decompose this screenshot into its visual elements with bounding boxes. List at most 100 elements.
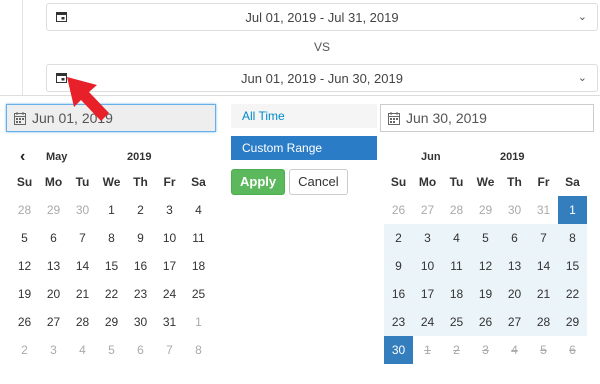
- left-day-cell[interactable]: 6: [39, 224, 68, 252]
- left-weekday-th: Th: [133, 175, 148, 189]
- right-day-cell[interactable]: 28: [529, 308, 558, 336]
- right-day-cell[interactable]: 6: [558, 336, 587, 364]
- right-weekday-tu: Tu: [449, 175, 464, 189]
- right-day-cell[interactable]: 31: [529, 196, 558, 224]
- left-day-cell[interactable]: 31: [155, 308, 184, 336]
- left-day-cell[interactable]: 4: [68, 336, 97, 364]
- right-day-cell[interactable]: 12: [471, 252, 500, 280]
- right-day-cell[interactable]: 13: [500, 252, 529, 280]
- left-weekday-fr: Fr: [163, 175, 176, 189]
- left-day-cell[interactable]: 13: [39, 252, 68, 280]
- left-day-cell[interactable]: 28: [10, 196, 39, 224]
- right-day-cell[interactable]: 27: [413, 196, 442, 224]
- left-day-cell[interactable]: 4: [184, 196, 213, 224]
- right-day-cell[interactable]: 28: [442, 196, 471, 224]
- right-day-cell[interactable]: 8: [558, 224, 587, 252]
- right-day-cell[interactable]: 18: [442, 280, 471, 308]
- right-day-cell[interactable]: 29: [471, 196, 500, 224]
- left-day-cell[interactable]: 8: [184, 336, 213, 364]
- left-day-cell[interactable]: 18: [184, 252, 213, 280]
- right-day-cell[interactable]: 3: [413, 224, 442, 252]
- right-day-cell[interactable]: 20: [500, 280, 529, 308]
- left-day-cell[interactable]: 2: [126, 196, 155, 224]
- left-day-cell[interactable]: 3: [39, 336, 68, 364]
- right-day-cell[interactable]: 27: [500, 308, 529, 336]
- right-day-cell[interactable]: 16: [384, 280, 413, 308]
- right-day-cell[interactable]: 26: [384, 196, 413, 224]
- left-day-cell[interactable]: 5: [97, 336, 126, 364]
- right-day-cell[interactable]: 23: [384, 308, 413, 336]
- end-date-input[interactable]: Jun 30, 2019: [380, 104, 594, 132]
- right-day-cell[interactable]: 2: [442, 336, 471, 364]
- left-day-cell[interactable]: 2: [10, 336, 39, 364]
- right-day-cell[interactable]: 1: [413, 336, 442, 364]
- right-day-cell[interactable]: 25: [442, 308, 471, 336]
- left-day-cell[interactable]: 1: [184, 308, 213, 336]
- left-day-cell[interactable]: 25: [184, 280, 213, 308]
- right-day-cell[interactable]: 1: [558, 196, 587, 224]
- right-day-cell[interactable]: 29: [558, 308, 587, 336]
- left-day-cell[interactable]: 5: [10, 224, 39, 252]
- right-day-cell[interactable]: 24: [413, 308, 442, 336]
- left-weekday-tu: Tu: [75, 175, 90, 189]
- right-day-cell[interactable]: 11: [442, 252, 471, 280]
- left-day-cell[interactable]: 15: [97, 252, 126, 280]
- right-day-cell[interactable]: 14: [529, 252, 558, 280]
- left-day-cell[interactable]: 8: [97, 224, 126, 252]
- left-day-cell[interactable]: 16: [126, 252, 155, 280]
- left-day-cell[interactable]: 26: [10, 308, 39, 336]
- right-day-cell[interactable]: 30: [500, 196, 529, 224]
- right-day-cell[interactable]: 10: [413, 252, 442, 280]
- right-day-cell[interactable]: 26: [471, 308, 500, 336]
- right-day-cell[interactable]: 22: [558, 280, 587, 308]
- arrow-pointer-icon: [67, 77, 109, 121]
- right-day-cell[interactable]: 21: [529, 280, 558, 308]
- left-day-cell[interactable]: 24: [155, 280, 184, 308]
- right-day-cell[interactable]: 2: [384, 224, 413, 252]
- left-day-cell[interactable]: 14: [68, 252, 97, 280]
- right-day-cell[interactable]: 5: [471, 224, 500, 252]
- apply-button[interactable]: Apply: [231, 169, 286, 195]
- left-calendar: ‹ May 2019 Su Mo Tu We Th Fr Sa 28 29 30 1 2 3 4 5 6 7 8 9…: [10, 146, 220, 376]
- right-day-cell[interactable]: 15: [558, 252, 587, 280]
- left-day-cell[interactable]: 9: [126, 224, 155, 252]
- left-day-cell[interactable]: 30: [126, 308, 155, 336]
- left-day-cell[interactable]: 22: [97, 280, 126, 308]
- right-day-cell[interactable]: 9: [384, 252, 413, 280]
- left-day-cell[interactable]: 11: [184, 224, 213, 252]
- left-day-cell[interactable]: 12: [10, 252, 39, 280]
- right-day-cell[interactable]: 17: [413, 280, 442, 308]
- range-all-time[interactable]: All Time: [231, 104, 377, 128]
- left-day-cell[interactable]: 29: [97, 308, 126, 336]
- left-day-cell[interactable]: 6: [126, 336, 155, 364]
- left-day-cell[interactable]: 30: [68, 196, 97, 224]
- left-day-cell[interactable]: 7: [155, 336, 184, 364]
- right-day-cell[interactable]: 5: [529, 336, 558, 364]
- right-day-cell[interactable]: 4: [442, 224, 471, 252]
- right-day-cell[interactable]: 4: [500, 336, 529, 364]
- right-day-cell[interactable]: 6: [500, 224, 529, 252]
- left-day-cell[interactable]: 23: [126, 280, 155, 308]
- right-day-cell[interactable]: 3: [471, 336, 500, 364]
- primary-range-dropdown[interactable]: Jul 01, 2019 - Jul 31, 2019 ⌄: [46, 3, 598, 31]
- compare-range-dropdown[interactable]: Jun 01, 2019 - Jun 30, 2019 ⌄: [46, 64, 598, 92]
- left-day-cell[interactable]: 20: [39, 280, 68, 308]
- left-day-cell[interactable]: 21: [68, 280, 97, 308]
- left-day-cell[interactable]: 1: [97, 196, 126, 224]
- left-day-cell[interactable]: 10: [155, 224, 184, 252]
- right-day-cell[interactable]: 7: [529, 224, 558, 252]
- left-day-cell[interactable]: 3: [155, 196, 184, 224]
- left-day-cell[interactable]: 7: [68, 224, 97, 252]
- right-day-cell[interactable]: 30: [384, 336, 413, 364]
- cancel-button[interactable]: Cancel: [289, 169, 348, 195]
- daterange-picker: Jun 01, 2019 Jun 30, 2019 All Time Custo…: [0, 95, 600, 384]
- left-day-cell[interactable]: 27: [39, 308, 68, 336]
- right-day-cell[interactable]: 19: [471, 280, 500, 308]
- left-day-cell[interactable]: 29: [39, 196, 68, 224]
- left-day-cell[interactable]: 28: [68, 308, 97, 336]
- left-day-cell[interactable]: 17: [155, 252, 184, 280]
- range-custom[interactable]: Custom Range: [231, 136, 377, 160]
- left-day-cell[interactable]: 19: [10, 280, 39, 308]
- right-weekday-mo: Mo: [418, 175, 437, 189]
- chevron-left-icon[interactable]: ‹: [20, 148, 25, 166]
